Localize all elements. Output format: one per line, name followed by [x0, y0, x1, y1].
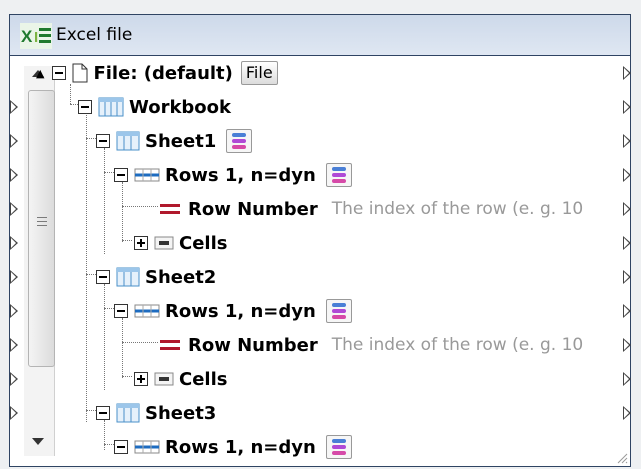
resize-grip-icon[interactable]: [616, 452, 628, 464]
dynamic-rows-icon[interactable]: [325, 163, 352, 187]
rows-icon: [134, 168, 160, 182]
grip-line: [37, 217, 47, 218]
tree-item-rows[interactable]: Rows 1, n=dyn: [114, 432, 352, 462]
tree-item-sheet1[interactable]: Sheet1: [96, 126, 253, 156]
input-connector[interactable]: [10, 202, 18, 216]
component-title-bar[interactable]: X I Excel file: [10, 15, 630, 56]
collapse-all-arrow-icon[interactable]: ▲: [36, 67, 44, 80]
collapse-toggle[interactable]: [78, 100, 92, 114]
input-connector[interactable]: [10, 236, 18, 250]
excel-component[interactable]: X I Excel file ▲ File: (default) File Wo…: [9, 14, 631, 467]
input-connector[interactable]: [10, 100, 18, 114]
svg-text:I: I: [34, 29, 38, 46]
tree-item-label: Rows 1, n=dyn: [165, 164, 316, 186]
input-connector[interactable]: [10, 168, 18, 182]
tree-item-workbook[interactable]: Workbook: [78, 92, 231, 122]
tree-item-sheet3[interactable]: Sheet3: [96, 398, 216, 428]
tree-view[interactable]: ▲ File: (default) File Workbook Sheet1 R…: [10, 56, 631, 466]
sheet-icon: [116, 403, 140, 423]
collapse-toggle[interactable]: [114, 304, 128, 318]
workbook-icon: [98, 97, 124, 117]
input-connector[interactable]: [10, 338, 18, 352]
collapse-toggle[interactable]: [114, 440, 128, 454]
input-connector[interactable]: [10, 372, 18, 386]
tree-item-label: Rows 1, n=dyn: [165, 436, 316, 458]
input-connector[interactable]: [10, 304, 18, 318]
output-connector[interactable]: [623, 168, 631, 182]
expand-toggle[interactable]: [134, 372, 148, 386]
svg-text:X: X: [21, 27, 33, 46]
tree-item-label: Sheet2: [145, 266, 217, 288]
dynamic-rows-icon[interactable]: [325, 435, 352, 459]
tree-item-label: Rows 1, n=dyn: [165, 300, 316, 322]
document-icon: [72, 63, 88, 83]
tree-item-label: Cells: [179, 232, 228, 254]
tree-item-label: Cells: [179, 368, 228, 390]
tree-item-label: Row Number: [188, 198, 318, 220]
tree-item-row-number[interactable]: Row Number The index of the row (e. g. 1…: [160, 194, 583, 224]
output-connector[interactable]: [623, 372, 631, 386]
output-connector[interactable]: [623, 202, 631, 216]
output-connector[interactable]: [623, 406, 631, 420]
sheet-icon: [116, 267, 140, 287]
collapse-toggle[interactable]: [96, 134, 110, 148]
tree-item-sheet2[interactable]: Sheet2: [96, 262, 216, 292]
tree-item-label: Sheet3: [145, 402, 217, 424]
tree-item-rows[interactable]: Rows 1, n=dyn: [114, 160, 352, 190]
expand-toggle[interactable]: [134, 236, 148, 250]
input-connector[interactable]: [10, 134, 18, 148]
input-connector[interactable]: [10, 270, 18, 284]
rows-icon: [134, 304, 160, 318]
tree-item-cells[interactable]: Cells: [134, 228, 227, 258]
tree-item-label: Workbook: [129, 96, 232, 118]
tree-item-row-number[interactable]: Row Number The index of the row (e. g. 1…: [160, 330, 583, 360]
file-button[interactable]: File: [240, 61, 278, 85]
cells-icon: [154, 372, 174, 386]
component-title: Excel file: [56, 25, 133, 45]
scroll-down-arrow[interactable]: [32, 438, 44, 445]
collapse-toggle[interactable]: [114, 168, 128, 182]
output-connector[interactable]: [623, 66, 631, 80]
grip-line: [37, 225, 47, 226]
rows-icon: [134, 440, 160, 454]
sheet-icon: [116, 131, 140, 151]
excel-icon: X I: [20, 23, 52, 49]
collapse-toggle[interactable]: [96, 406, 110, 420]
tree-item-label: Sheet1: [145, 130, 217, 152]
output-connector[interactable]: [623, 270, 631, 284]
tree-item-label: Row Number: [188, 334, 318, 356]
scrollbar-thumb[interactable]: [28, 90, 55, 367]
grip-line: [37, 221, 47, 222]
collapse-toggle[interactable]: [96, 270, 110, 284]
output-connector[interactable]: [623, 134, 631, 148]
input-connector[interactable]: [10, 406, 18, 420]
tree-item-rows[interactable]: Rows 1, n=dyn: [114, 296, 352, 326]
cells-icon: [154, 236, 174, 250]
file-label: File: (default): [93, 62, 233, 84]
dynamic-rows-icon[interactable]: [226, 129, 253, 153]
equals-icon: [160, 340, 180, 350]
tree-item-description: The index of the row (e. g. 10: [331, 199, 584, 219]
tree-item-description: The index of the row (e. g. 10: [331, 335, 584, 355]
collapse-toggle[interactable]: [52, 66, 67, 80]
tree-item-cells[interactable]: Cells: [134, 364, 227, 394]
output-connector[interactable]: [623, 100, 631, 114]
dynamic-rows-icon[interactable]: [325, 299, 352, 323]
output-connector[interactable]: [623, 338, 631, 352]
output-connector[interactable]: [623, 304, 631, 318]
equals-icon: [160, 204, 180, 214]
file-row[interactable]: ▲ File: (default) File: [36, 58, 278, 88]
output-connector[interactable]: [623, 236, 631, 250]
